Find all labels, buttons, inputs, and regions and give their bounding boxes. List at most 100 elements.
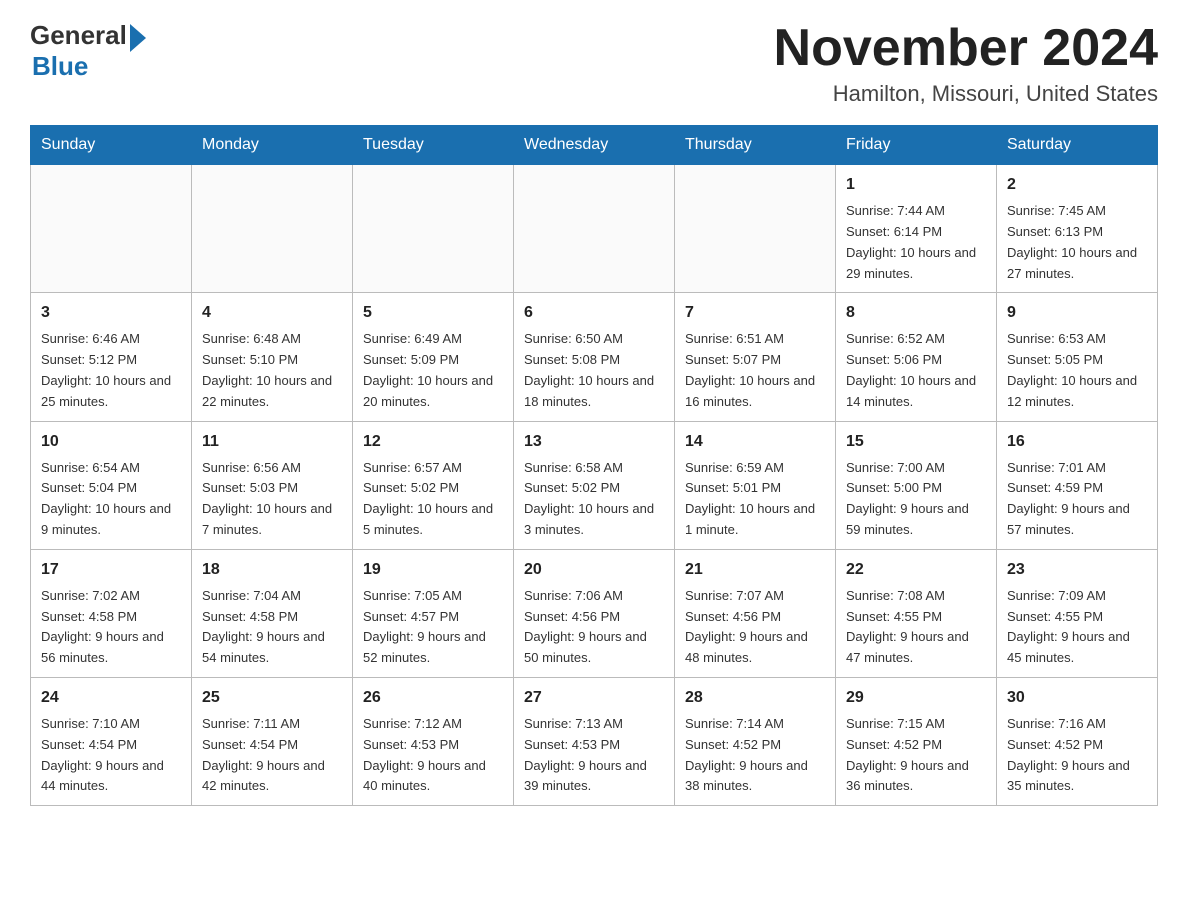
day-number: 17 bbox=[41, 558, 181, 582]
calendar-cell: 9Sunrise: 6:53 AMSunset: 5:05 PMDaylight… bbox=[997, 293, 1158, 421]
calendar-cell: 7 Sunrise: 6:51 AMSunset: 5:07 PMDaylight… bbox=[675, 293, 836, 421]
day-info: Sunrise: 6:50 AMSunset: 5:08 PMDaylight:… bbox=[524, 329, 664, 412]
day-number: 16 bbox=[1007, 430, 1147, 454]
weekday-header-tuesday: Tuesday bbox=[353, 126, 514, 165]
calendar-cell bbox=[353, 165, 514, 293]
day-number: 7 bbox=[685, 301, 825, 325]
calendar-cell: 11 Sunrise: 6:56 AMSunset: 5:03 PMDayligh… bbox=[192, 421, 353, 549]
calendar-cell: 21 Sunrise: 7:07 AMSunset: 4:56 PMDayligh… bbox=[675, 549, 836, 677]
calendar-week-5: 24 Sunrise: 7:10 AMSunset: 4:54 PMDayligh… bbox=[31, 677, 1158, 805]
calendar-cell bbox=[514, 165, 675, 293]
day-number: 13 bbox=[524, 430, 664, 454]
calendar-cell: 10Sunrise: 6:54 AMSunset: 5:04 PMDayligh… bbox=[31, 421, 192, 549]
calendar-cell: 18 Sunrise: 7:04 AMSunset: 4:58 PMDayligh… bbox=[192, 549, 353, 677]
day-info: Sunrise: 7:02 AMSunset: 4:58 PMDaylight:… bbox=[41, 586, 181, 669]
calendar-cell: 29 Sunrise: 7:15 AMSunset: 4:52 PMDayligh… bbox=[836, 677, 997, 805]
page-header: General Blue November 2024 Hamilton, Mis… bbox=[30, 20, 1158, 107]
calendar-cell: 20Sunrise: 7:06 AMSunset: 4:56 PMDayligh… bbox=[514, 549, 675, 677]
day-number: 26 bbox=[363, 686, 503, 710]
calendar-week-4: 17 Sunrise: 7:02 AMSunset: 4:58 PMDayligh… bbox=[31, 549, 1158, 677]
day-info: Sunrise: 7:13 AMSunset: 4:53 PMDaylight:… bbox=[524, 714, 664, 797]
day-info: Sunrise: 6:59 AMSunset: 5:01 PMDaylight:… bbox=[685, 458, 825, 541]
calendar-cell: 13 Sunrise: 6:58 AMSunset: 5:02 PMDayligh… bbox=[514, 421, 675, 549]
weekday-header-wednesday: Wednesday bbox=[514, 126, 675, 165]
weekday-header-sunday: Sunday bbox=[31, 126, 192, 165]
calendar-cell: 1Sunrise: 7:44 AMSunset: 6:14 PMDaylight… bbox=[836, 165, 997, 293]
calendar-cell: 17 Sunrise: 7:02 AMSunset: 4:58 PMDayligh… bbox=[31, 549, 192, 677]
day-number: 19 bbox=[363, 558, 503, 582]
day-number: 6 bbox=[524, 301, 664, 325]
day-number: 12 bbox=[363, 430, 503, 454]
calendar-cell: 4 Sunrise: 6:48 AMSunset: 5:10 PMDaylight… bbox=[192, 293, 353, 421]
day-number: 22 bbox=[846, 558, 986, 582]
calendar-cell: 16 Sunrise: 7:01 AMSunset: 4:59 PMDayligh… bbox=[997, 421, 1158, 549]
day-info: Sunrise: 7:07 AMSunset: 4:56 PMDaylight:… bbox=[685, 586, 825, 669]
day-number: 8 bbox=[846, 301, 986, 325]
day-number: 24 bbox=[41, 686, 181, 710]
calendar-cell: 24 Sunrise: 7:10 AMSunset: 4:54 PMDayligh… bbox=[31, 677, 192, 805]
logo: General Blue bbox=[30, 20, 146, 82]
calendar-cell: 8 Sunrise: 6:52 AMSunset: 5:06 PMDaylight… bbox=[836, 293, 997, 421]
calendar-cell: 2 Sunrise: 7:45 AMSunset: 6:13 PMDaylight… bbox=[997, 165, 1158, 293]
day-info: Sunrise: 7:00 AMSunset: 5:00 PMDaylight:… bbox=[846, 458, 986, 541]
day-info: Sunrise: 7:15 AMSunset: 4:52 PMDaylight:… bbox=[846, 714, 986, 797]
weekday-header-friday: Friday bbox=[836, 126, 997, 165]
day-info: Sunrise: 7:04 AMSunset: 4:58 PMDaylight:… bbox=[202, 586, 342, 669]
day-number: 20 bbox=[524, 558, 664, 582]
logo-general: General bbox=[30, 20, 127, 51]
day-number: 21 bbox=[685, 558, 825, 582]
day-info: Sunrise: 6:51 AMSunset: 5:07 PMDaylight:… bbox=[685, 329, 825, 412]
calendar-cell: 15 Sunrise: 7:00 AMSunset: 5:00 PMDayligh… bbox=[836, 421, 997, 549]
calendar-cell: 6 Sunrise: 6:50 AMSunset: 5:08 PMDaylight… bbox=[514, 293, 675, 421]
day-number: 15 bbox=[846, 430, 986, 454]
day-info: Sunrise: 6:56 AMSunset: 5:03 PMDaylight:… bbox=[202, 458, 342, 541]
day-info: Sunrise: 7:08 AMSunset: 4:55 PMDaylight:… bbox=[846, 586, 986, 669]
day-info: Sunrise: 7:09 AMSunset: 4:55 PMDaylight:… bbox=[1007, 586, 1147, 669]
day-number: 28 bbox=[685, 686, 825, 710]
calendar-cell: 23Sunrise: 7:09 AMSunset: 4:55 PMDayligh… bbox=[997, 549, 1158, 677]
day-info: Sunrise: 7:01 AMSunset: 4:59 PMDaylight:… bbox=[1007, 458, 1147, 541]
title-section: November 2024 Hamilton, Missouri, United… bbox=[774, 20, 1158, 107]
day-info: Sunrise: 7:05 AMSunset: 4:57 PMDaylight:… bbox=[363, 586, 503, 669]
page-title: November 2024 bbox=[774, 20, 1158, 77]
calendar-cell: 22 Sunrise: 7:08 AMSunset: 4:55 PMDayligh… bbox=[836, 549, 997, 677]
calendar-cell: 30Sunrise: 7:16 AMSunset: 4:52 PMDayligh… bbox=[997, 677, 1158, 805]
calendar-cell: 12 Sunrise: 6:57 AMSunset: 5:02 PMDayligh… bbox=[353, 421, 514, 549]
day-number: 5 bbox=[363, 301, 503, 325]
day-info: Sunrise: 6:52 AMSunset: 5:06 PMDaylight:… bbox=[846, 329, 986, 412]
day-number: 27 bbox=[524, 686, 664, 710]
day-info: Sunrise: 7:12 AMSunset: 4:53 PMDaylight:… bbox=[363, 714, 503, 797]
day-info: Sunrise: 6:58 AMSunset: 5:02 PMDaylight:… bbox=[524, 458, 664, 541]
page-subtitle: Hamilton, Missouri, United States bbox=[774, 81, 1158, 107]
day-info: Sunrise: 7:10 AMSunset: 4:54 PMDaylight:… bbox=[41, 714, 181, 797]
calendar-cell bbox=[31, 165, 192, 293]
day-number: 2 bbox=[1007, 173, 1147, 197]
day-number: 30 bbox=[1007, 686, 1147, 710]
day-info: Sunrise: 6:48 AMSunset: 5:10 PMDaylight:… bbox=[202, 329, 342, 412]
calendar-table: SundayMondayTuesdayWednesdayThursdayFrid… bbox=[30, 125, 1158, 806]
day-info: Sunrise: 7:45 AMSunset: 6:13 PMDaylight:… bbox=[1007, 201, 1147, 284]
calendar-cell bbox=[675, 165, 836, 293]
day-number: 18 bbox=[202, 558, 342, 582]
day-info: Sunrise: 7:11 AMSunset: 4:54 PMDaylight:… bbox=[202, 714, 342, 797]
day-info: Sunrise: 6:49 AMSunset: 5:09 PMDaylight:… bbox=[363, 329, 503, 412]
calendar-cell: 5 Sunrise: 6:49 AMSunset: 5:09 PMDaylight… bbox=[353, 293, 514, 421]
day-info: Sunrise: 6:57 AMSunset: 5:02 PMDaylight:… bbox=[363, 458, 503, 541]
calendar-cell: 28Sunrise: 7:14 AMSunset: 4:52 PMDayligh… bbox=[675, 677, 836, 805]
day-number: 9 bbox=[1007, 301, 1147, 325]
day-number: 11 bbox=[202, 430, 342, 454]
weekday-header-monday: Monday bbox=[192, 126, 353, 165]
day-number: 4 bbox=[202, 301, 342, 325]
calendar-cell: 19 Sunrise: 7:05 AMSunset: 4:57 PMDayligh… bbox=[353, 549, 514, 677]
calendar-cell: 14Sunrise: 6:59 AMSunset: 5:01 PMDayligh… bbox=[675, 421, 836, 549]
calendar-cell: 25Sunrise: 7:11 AMSunset: 4:54 PMDayligh… bbox=[192, 677, 353, 805]
calendar-cell: 27 Sunrise: 7:13 AMSunset: 4:53 PMDayligh… bbox=[514, 677, 675, 805]
weekday-header-saturday: Saturday bbox=[997, 126, 1158, 165]
calendar-header-row: SundayMondayTuesdayWednesdayThursdayFrid… bbox=[31, 126, 1158, 165]
logo-arrow-icon bbox=[130, 24, 146, 52]
day-number: 29 bbox=[846, 686, 986, 710]
day-number: 3 bbox=[41, 301, 181, 325]
day-number: 10 bbox=[41, 430, 181, 454]
calendar-cell: 3Sunrise: 6:46 AMSunset: 5:12 PMDaylight… bbox=[31, 293, 192, 421]
calendar-week-3: 10Sunrise: 6:54 AMSunset: 5:04 PMDayligh… bbox=[31, 421, 1158, 549]
